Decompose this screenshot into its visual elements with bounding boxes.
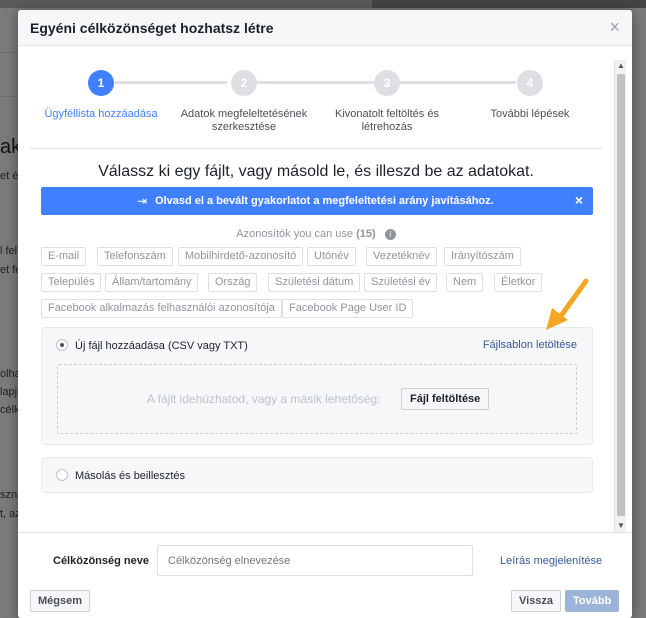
step-2-label: Adatok megfeleltetésének szerkesztése (174, 108, 314, 134)
identifier-chip: Születési év (364, 273, 438, 292)
footer-divider (18, 532, 632, 533)
next-button[interactable]: Tovább (565, 590, 620, 612)
annotation-arrow-icon (546, 278, 589, 330)
scrollbar-thumb[interactable] (617, 74, 625, 516)
cancel-button[interactable]: Mégsem (30, 590, 91, 612)
dropzone-text: A fájlt idehúzhatod, vagy a másik lehető… (147, 392, 381, 406)
identifiers-title: Azonosítók you can use (15) i (18, 228, 614, 240)
background-text-fragment: et é (0, 170, 19, 182)
identifier-chip: Nem (446, 273, 484, 292)
upload-file-button[interactable]: Fájl feltöltése (401, 388, 490, 410)
close-icon[interactable]: × (575, 192, 583, 208)
info-icon[interactable]: i (384, 228, 396, 240)
identifiers-count: (15) (356, 228, 376, 240)
identifier-chip: E-mail (41, 247, 87, 266)
step-3-label: Kivonatolt feltöltés és létrehozás (322, 108, 452, 134)
step-3-label-line1: Kivonatolt feltöltés és (335, 108, 439, 120)
identifier-chip: Irányítószám (444, 247, 521, 266)
identifier-chip: Telefonszám (97, 247, 173, 266)
dialog-title: Egyéni célközönséget hozhatsz létre (30, 20, 274, 36)
steps-divider (30, 148, 602, 149)
step-1-indicator: 1 (88, 70, 114, 96)
show-description-link[interactable]: Leírás megjelenítése (500, 555, 602, 567)
identifier-chip: Utónév (307, 247, 356, 266)
step-3-indicator: 3 (374, 70, 400, 96)
background-divider (0, 52, 18, 53)
step-connector (399, 81, 516, 84)
background-divider (0, 96, 18, 97)
best-practices-banner[interactable]: ⇥ Olvasd el a bevált gyakorlatot a megfe… (41, 187, 593, 215)
step-4-indicator: 4 (517, 70, 543, 96)
dialog-scroll-area: 1 2 3 4 Ügyféllista hozzáadása Adatok me… (18, 60, 632, 532)
identifier-chip: Ország (208, 273, 258, 292)
copy-paste-radio[interactable] (56, 469, 68, 481)
best-practices-link[interactable]: Olvasd el a bevált gyakorlatot a megfele… (155, 195, 494, 207)
identifier-chip: Facebook Page User ID (282, 299, 414, 318)
login-arrow-icon: ⇥ (137, 194, 148, 208)
background-text-fragment: l fel (0, 245, 18, 257)
identifier-chip: Település (41, 273, 102, 292)
step-4-label: További lépések (490, 108, 570, 120)
copy-paste-option: Másolás és beillesztés (41, 457, 593, 493)
upload-file-radio[interactable] (56, 339, 68, 351)
audience-name-input[interactable] (157, 545, 473, 576)
step-2-label-line2: szerkesztése (211, 121, 277, 133)
copy-paste-label: Másolás és beillesztés (75, 470, 186, 482)
step-2-label-line1: Adatok megfeleltetésének (180, 108, 308, 120)
scrollbar[interactable]: ▲ ▼ (614, 60, 626, 532)
step-connector (254, 81, 374, 84)
create-custom-audience-dialog: Egyéni célközönséget hozhatsz létre × 1 … (18, 10, 632, 618)
file-dropzone[interactable]: A fájlt idehúzhatod, vagy a másik lehető… (57, 364, 577, 434)
step-2-indicator: 2 (231, 70, 257, 96)
identifiers-title-text: Azonosítók you can use (236, 228, 354, 240)
identifier-chip: Állam/tartomány (105, 273, 199, 292)
identifier-chip: Mobilhirdető-azonosító (178, 247, 304, 266)
background-topbar-button (372, 0, 646, 8)
scroll-up-icon[interactable]: ▲ (615, 60, 627, 72)
download-template-link[interactable]: Fájlsablon letöltése (483, 339, 577, 351)
identifier-chip: Facebook alkalmazás felhasználói azonosí… (41, 299, 282, 318)
scroll-down-icon[interactable]: ▼ (615, 520, 627, 532)
upload-file-label: Új fájl hozzáadása (CSV vagy TXT) (75, 340, 248, 352)
back-button[interactable]: Vissza (511, 590, 562, 612)
upload-file-option: Új fájl hozzáadása (CSV vagy TXT) Fájlsa… (41, 327, 593, 445)
dialog-header: Egyéni célközönséget hozhatsz létre × (18, 10, 632, 46)
audience-name-label: Célközönség neve (53, 555, 149, 567)
identifier-chip: Vezetéknév (366, 247, 437, 266)
section-heading: Válassz ki egy fájlt, vagy másold le, és… (98, 163, 534, 180)
step-3-label-line2: létrehozás (361, 121, 413, 133)
step-connector (115, 81, 227, 84)
close-icon[interactable]: × (609, 18, 620, 36)
identifier-chip: Születési dátum (268, 273, 361, 292)
step-1-label: Ügyféllista hozzáadása (44, 108, 158, 120)
